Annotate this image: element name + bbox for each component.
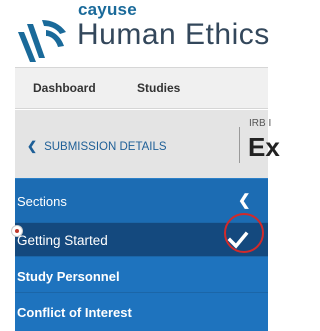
back-link-label: SUBMISSION DETAILS	[44, 141, 167, 153]
top-nav: Dashboard Studies	[15, 67, 268, 109]
chevron-left-icon: ❮	[27, 139, 38, 153]
section-item-label: Conflict of Interest	[17, 305, 132, 320]
collapse-chevron-icon[interactable]: ❮	[238, 191, 251, 209]
sections-title: Sections	[17, 194, 67, 209]
sections-header: Sections ❮	[15, 178, 268, 222]
cayuse-logo-icon	[18, 20, 66, 62]
app-logo[interactable]: cayuse Human Ethics	[0, 0, 270, 66]
back-to-submission-details-link[interactable]: ❮ SUBMISSION DETAILS	[27, 139, 167, 153]
irb-label: IRB I	[249, 118, 272, 129]
divider	[239, 127, 240, 163]
submission-header: ❮ SUBMISSION DETAILS IRB I Ex	[15, 110, 280, 178]
sections-sidebar: Sections ❮ Getting Started Study Personn…	[11, 178, 268, 331]
brand-company: cayuse	[78, 0, 137, 19]
section-item-conflict-of-interest[interactable]: Conflict of Interest	[15, 292, 268, 328]
nav-dashboard[interactable]: Dashboard	[33, 81, 96, 95]
section-item-label: Study Personnel	[17, 269, 120, 284]
nav-studies[interactable]: Studies	[137, 81, 180, 95]
annotation-highlight-circle	[224, 213, 264, 253]
section-item-label: Getting Started	[17, 233, 108, 248]
section-item-study-personnel[interactable]: Study Personnel	[15, 256, 268, 292]
brand-product: Human Ethics	[77, 18, 270, 51]
submission-title: Ex	[248, 132, 280, 162]
